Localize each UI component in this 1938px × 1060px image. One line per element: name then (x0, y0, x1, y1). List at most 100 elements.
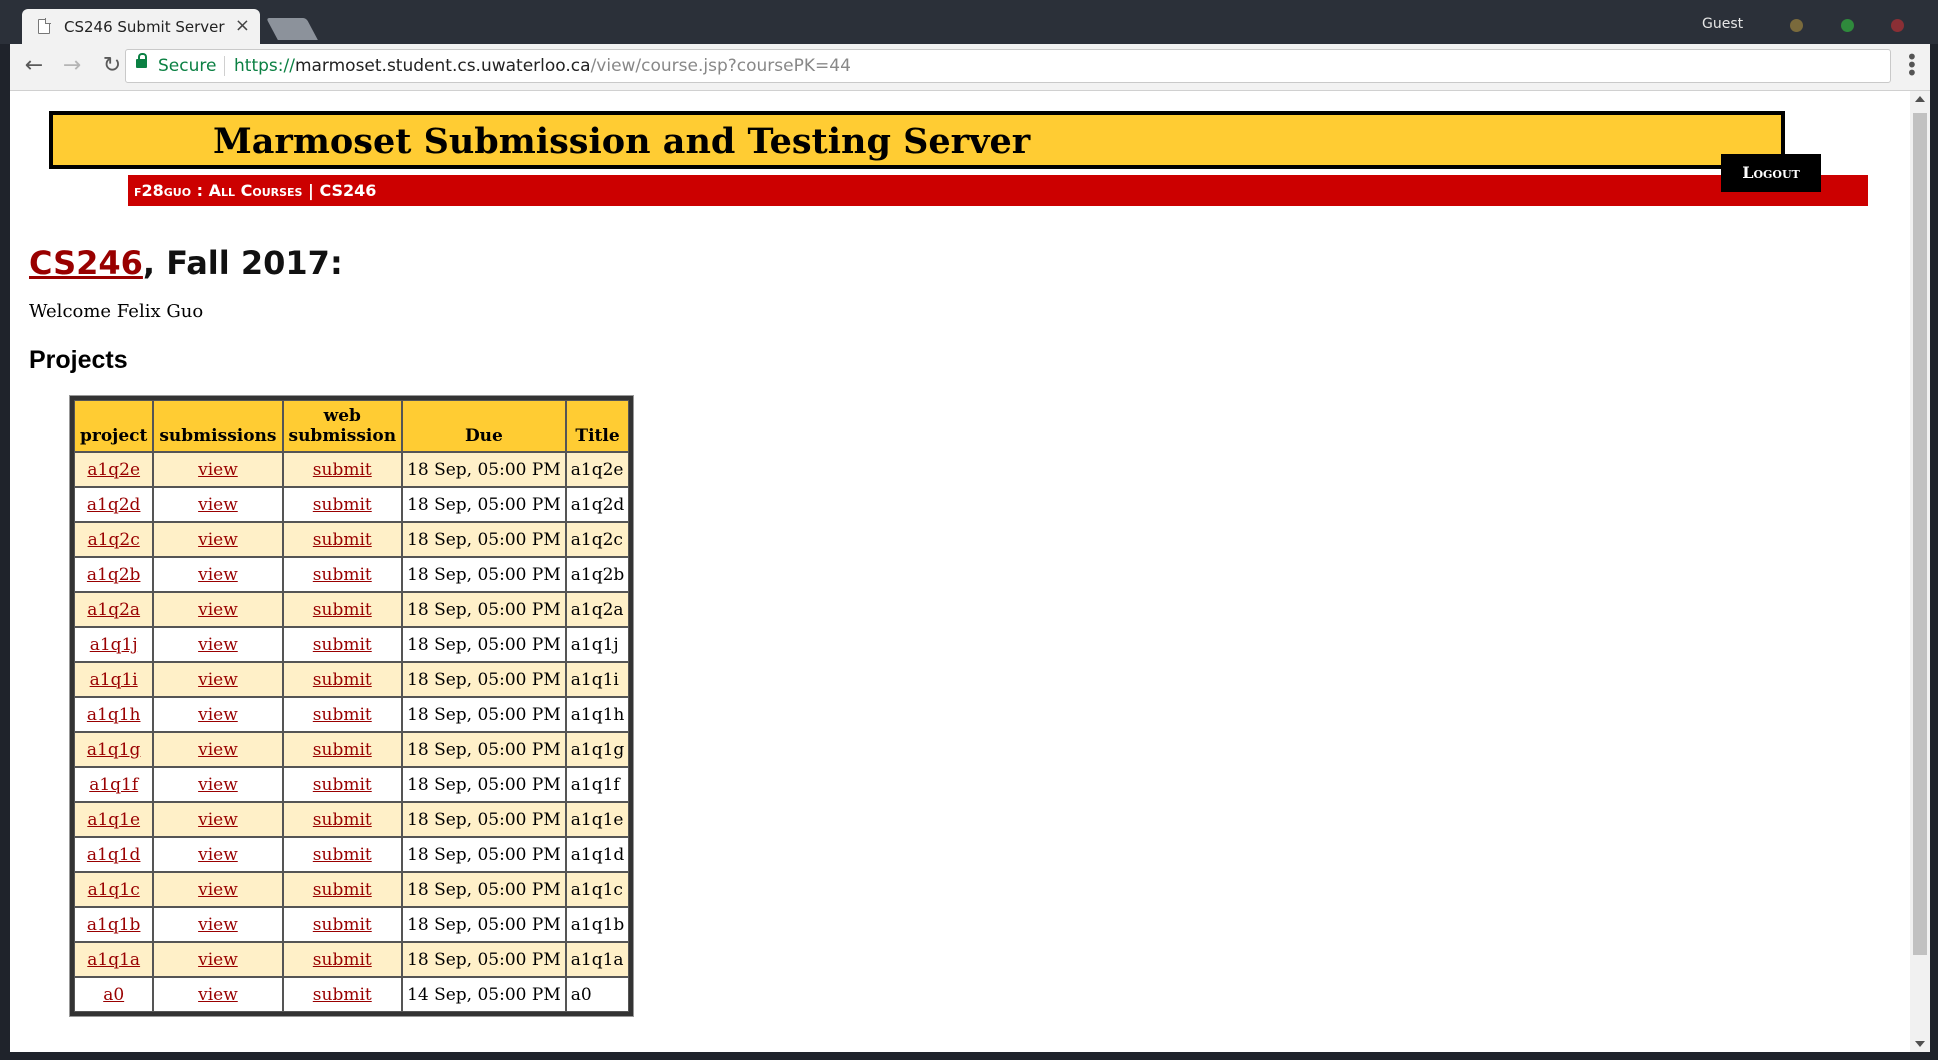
project-link[interactable]: a1q1a (87, 950, 140, 970)
cell-title: a1q2d (565, 487, 630, 522)
cell-submissions: view (153, 837, 283, 872)
project-link[interactable]: a1q2e (87, 460, 140, 480)
project-link[interactable]: a1q2d (87, 495, 141, 515)
table-row: a1q1i view submit 18 Sep, 05:00 PM a1q1i (74, 662, 630, 697)
table-row: a1q2d view submit 18 Sep, 05:00 PM a1q2d (74, 487, 630, 522)
submit-link[interactable]: submit (313, 460, 372, 480)
cell-title: a1q1j (565, 627, 630, 662)
view-submissions-link[interactable]: view (198, 600, 238, 620)
cell-title: a1q2a (565, 592, 630, 627)
view-submissions-link[interactable]: view (198, 915, 238, 935)
header-title: Title (565, 400, 630, 452)
browser-tab[interactable]: CS246 Submit Server × (22, 9, 260, 46)
cell-web-submission: submit (282, 802, 403, 837)
course-link[interactable]: CS246 (29, 244, 143, 282)
table-row: a1q2c view submit 18 Sep, 05:00 PM a1q2c (74, 522, 630, 557)
project-link[interactable]: a0 (103, 985, 124, 1005)
cell-title: a1q1e (565, 802, 630, 837)
project-link[interactable]: a1q1g (87, 740, 141, 760)
submit-link[interactable]: submit (313, 950, 372, 970)
vertical-scrollbar[interactable] (1910, 91, 1930, 1052)
project-link[interactable]: a1q1j (90, 635, 138, 655)
profile-label[interactable]: Guest (1702, 16, 1743, 32)
header-submissions: submissions (153, 400, 283, 452)
forward-arrow-icon[interactable]: → (58, 53, 86, 78)
submit-link[interactable]: submit (313, 530, 372, 550)
view-submissions-link[interactable]: view (198, 775, 238, 795)
url-scheme: https:// (234, 56, 295, 76)
submit-link[interactable]: submit (313, 705, 372, 725)
cell-title: a0 (565, 977, 630, 1012)
project-link[interactable]: a1q1h (87, 705, 141, 725)
close-window-button[interactable] (1891, 19, 1904, 32)
submit-link[interactable]: submit (313, 810, 372, 830)
project-link[interactable]: a1q2a (87, 600, 140, 620)
cell-title: a1q1c (565, 872, 630, 907)
view-submissions-link[interactable]: view (198, 880, 238, 900)
cell-title: a1q1h (565, 697, 630, 732)
scroll-thumb[interactable] (1913, 113, 1927, 955)
submit-link[interactable]: submit (313, 600, 372, 620)
submit-link[interactable]: submit (313, 670, 372, 690)
page-viewport: Marmoset Submission and Testing Server f… (10, 91, 1910, 1052)
projects-heading: Projects (29, 346, 128, 374)
project-link[interactable]: a1q1e (87, 810, 140, 830)
project-link[interactable]: a1q1f (89, 775, 138, 795)
maximize-button[interactable] (1841, 19, 1854, 32)
cell-submissions: view (153, 907, 283, 942)
logout-button[interactable]: Logout (1721, 154, 1821, 192)
submit-link[interactable]: submit (313, 495, 372, 515)
submit-link[interactable]: submit (313, 635, 372, 655)
cell-due: 18 Sep, 05:00 PM (402, 767, 566, 802)
view-submissions-link[interactable]: view (198, 950, 238, 970)
submit-link[interactable]: submit (313, 775, 372, 795)
scroll-down-icon[interactable] (1915, 1041, 1925, 1047)
scroll-up-icon[interactable] (1915, 96, 1925, 102)
view-submissions-link[interactable]: view (198, 530, 238, 550)
project-link[interactable]: a1q2c (88, 530, 140, 550)
back-arrow-icon[interactable]: ← (20, 53, 48, 78)
submit-link[interactable]: submit (313, 915, 372, 935)
new-tab-button[interactable] (266, 18, 318, 40)
view-submissions-link[interactable]: view (198, 460, 238, 480)
submit-link[interactable]: submit (313, 985, 372, 1005)
view-submissions-link[interactable]: view (198, 985, 238, 1005)
cell-project: a1q2d (74, 487, 154, 522)
project-link[interactable]: a1q1b (87, 915, 141, 935)
view-submissions-link[interactable]: view (198, 845, 238, 865)
project-link[interactable]: a1q1d (87, 845, 141, 865)
table-row: a1q2a view submit 18 Sep, 05:00 PM a1q2a (74, 592, 630, 627)
submit-link[interactable]: submit (313, 880, 372, 900)
reload-icon[interactable]: ↻ (98, 53, 126, 78)
view-submissions-link[interactable]: view (198, 810, 238, 830)
project-link[interactable]: a1q1c (88, 880, 140, 900)
address-bar[interactable]: Secure https://marmoset.student.cs.uwate… (125, 49, 1891, 83)
submit-link[interactable]: submit (313, 845, 372, 865)
cell-due: 18 Sep, 05:00 PM (402, 942, 566, 977)
table-row: a1q1a view submit 18 Sep, 05:00 PM a1q1a (74, 942, 630, 977)
cell-due: 18 Sep, 05:00 PM (402, 907, 566, 942)
url-text[interactable]: https://marmoset.student.cs.uwaterloo.ca… (234, 56, 851, 76)
cell-submissions: view (153, 452, 283, 487)
table-row: a1q1e view submit 18 Sep, 05:00 PM a1q1e (74, 802, 630, 837)
cell-due: 18 Sep, 05:00 PM (402, 627, 566, 662)
submit-link[interactable]: submit (313, 565, 372, 585)
close-icon[interactable]: × (235, 15, 250, 36)
view-submissions-link[interactable]: view (198, 565, 238, 585)
view-submissions-link[interactable]: view (198, 635, 238, 655)
view-submissions-link[interactable]: view (198, 705, 238, 725)
kebab-menu-icon[interactable]: • • • (1906, 47, 1918, 83)
view-submissions-link[interactable]: view (198, 670, 238, 690)
breadcrumb-all-courses[interactable]: All Courses (209, 181, 303, 200)
project-link[interactable]: a1q2b (87, 565, 141, 585)
project-link[interactable]: a1q1i (90, 670, 138, 690)
submit-link[interactable]: submit (313, 740, 372, 760)
cell-submissions: view (153, 697, 283, 732)
minimize-button[interactable] (1790, 19, 1803, 32)
table-row: a1q2e view submit 18 Sep, 05:00 PM a1q2e (74, 452, 630, 487)
document-icon (38, 18, 51, 34)
view-submissions-link[interactable]: view (198, 495, 238, 515)
cell-due: 18 Sep, 05:00 PM (402, 662, 566, 697)
view-submissions-link[interactable]: view (198, 740, 238, 760)
breadcrumb-course[interactable]: CS246 (319, 181, 376, 200)
